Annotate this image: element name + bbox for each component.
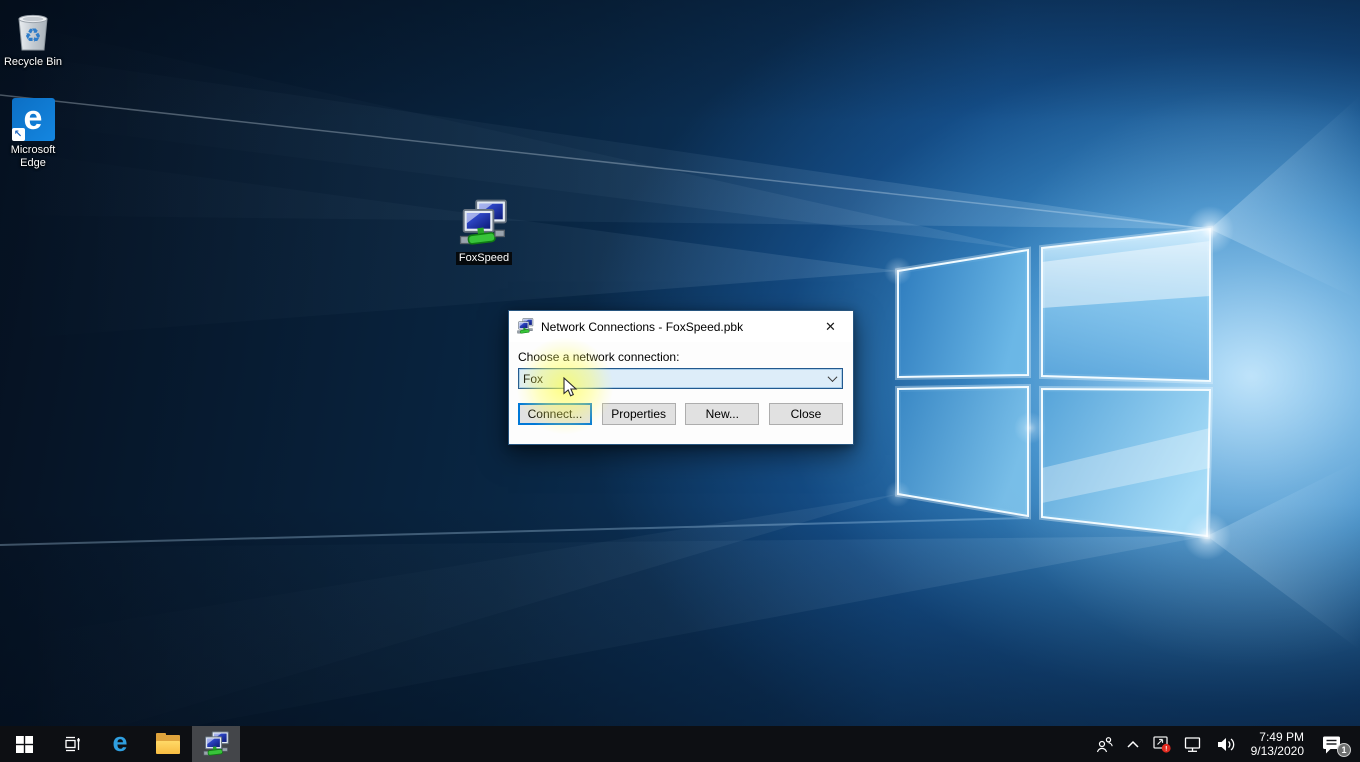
taskbar-clock[interactable]: 7:49 PM 9/13/2020 — [1243, 730, 1312, 758]
taskbar-network-connections-button[interactable] — [192, 726, 240, 762]
tray-alert-app-button[interactable]: ! — [1146, 726, 1178, 762]
foxspeed-network-icon — [459, 199, 509, 249]
close-dialog-button[interactable]: Close — [769, 403, 843, 425]
task-view-button[interactable] — [48, 726, 96, 762]
clock-date: 9/13/2020 — [1251, 744, 1304, 758]
new-button[interactable]: New... — [685, 403, 759, 425]
windows-start-icon — [16, 736, 33, 753]
foxspeed-label: FoxSpeed — [456, 252, 512, 265]
start-button[interactable] — [0, 726, 48, 762]
dialog-button-row: Connect... Properties New... Close — [518, 403, 843, 425]
choose-connection-label: Choose a network connection: — [518, 350, 843, 364]
taskbar-edge-button[interactable]: e — [96, 726, 144, 762]
connect-button[interactable]: Connect... — [518, 403, 592, 425]
dialog-title: Network Connections - FoxSpeed.pbk — [541, 320, 808, 334]
edge-label: Microsoft Edge — [1, 144, 65, 170]
combobox-value: Fox — [519, 372, 822, 386]
edge-icon: e ↖ — [12, 98, 55, 141]
action-center-button[interactable]: 1 — [1312, 726, 1352, 762]
shortcut-arrow-icon: ↖ — [12, 128, 25, 141]
network-connections-icon — [517, 318, 534, 335]
volume-button[interactable] — [1210, 726, 1243, 762]
dialog-titlebar[interactable]: Network Connections - FoxSpeed.pbk ✕ — [509, 311, 853, 342]
alert-badge: ! — [1165, 746, 1167, 753]
desktop-icon-recycle-bin[interactable]: ♻ Recycle Bin — [0, 5, 72, 69]
network-connection-combobox[interactable]: Fox — [518, 368, 843, 389]
file-explorer-button[interactable] — [144, 726, 192, 762]
task-view-icon — [62, 734, 82, 754]
tray-overflow-button[interactable] — [1120, 726, 1146, 762]
edge-e-glyph: e — [24, 101, 43, 135]
chevron-down-icon[interactable] — [822, 375, 842, 382]
desktop-icon-foxspeed[interactable]: FoxSpeed — [445, 199, 523, 265]
clock-time: 7:49 PM — [1259, 730, 1304, 744]
recycle-bin-icon: ♻ — [9, 5, 57, 53]
app-window-alert-icon: ! — [1152, 734, 1172, 754]
network-status-button[interactable] — [1178, 726, 1210, 762]
edge-icon: e — [112, 729, 127, 756]
people-icon — [1095, 736, 1114, 753]
recycle-glyph: ♻ — [24, 25, 41, 47]
ethernet-network-icon — [1184, 736, 1204, 753]
close-icon: ✕ — [825, 319, 836, 335]
system-tray: ! 7:49 PM 9/13/2020 — [1089, 726, 1360, 762]
taskbar: e — [0, 726, 1360, 762]
speaker-icon — [1216, 736, 1237, 753]
recycle-bin-label: Recycle Bin — [4, 56, 62, 69]
file-explorer-icon — [156, 735, 180, 754]
notification-count-badge: 1 — [1337, 743, 1351, 757]
properties-button[interactable]: Properties — [602, 403, 676, 425]
desktop-icon-microsoft-edge[interactable]: e ↖ Microsoft Edge — [0, 98, 72, 170]
chevron-up-icon — [1126, 739, 1140, 749]
people-button[interactable] — [1089, 726, 1120, 762]
network-connections-dialog: Network Connections - FoxSpeed.pbk ✕ Cho… — [508, 310, 854, 445]
network-connections-icon — [203, 731, 230, 758]
close-button[interactable]: ✕ — [808, 311, 853, 342]
